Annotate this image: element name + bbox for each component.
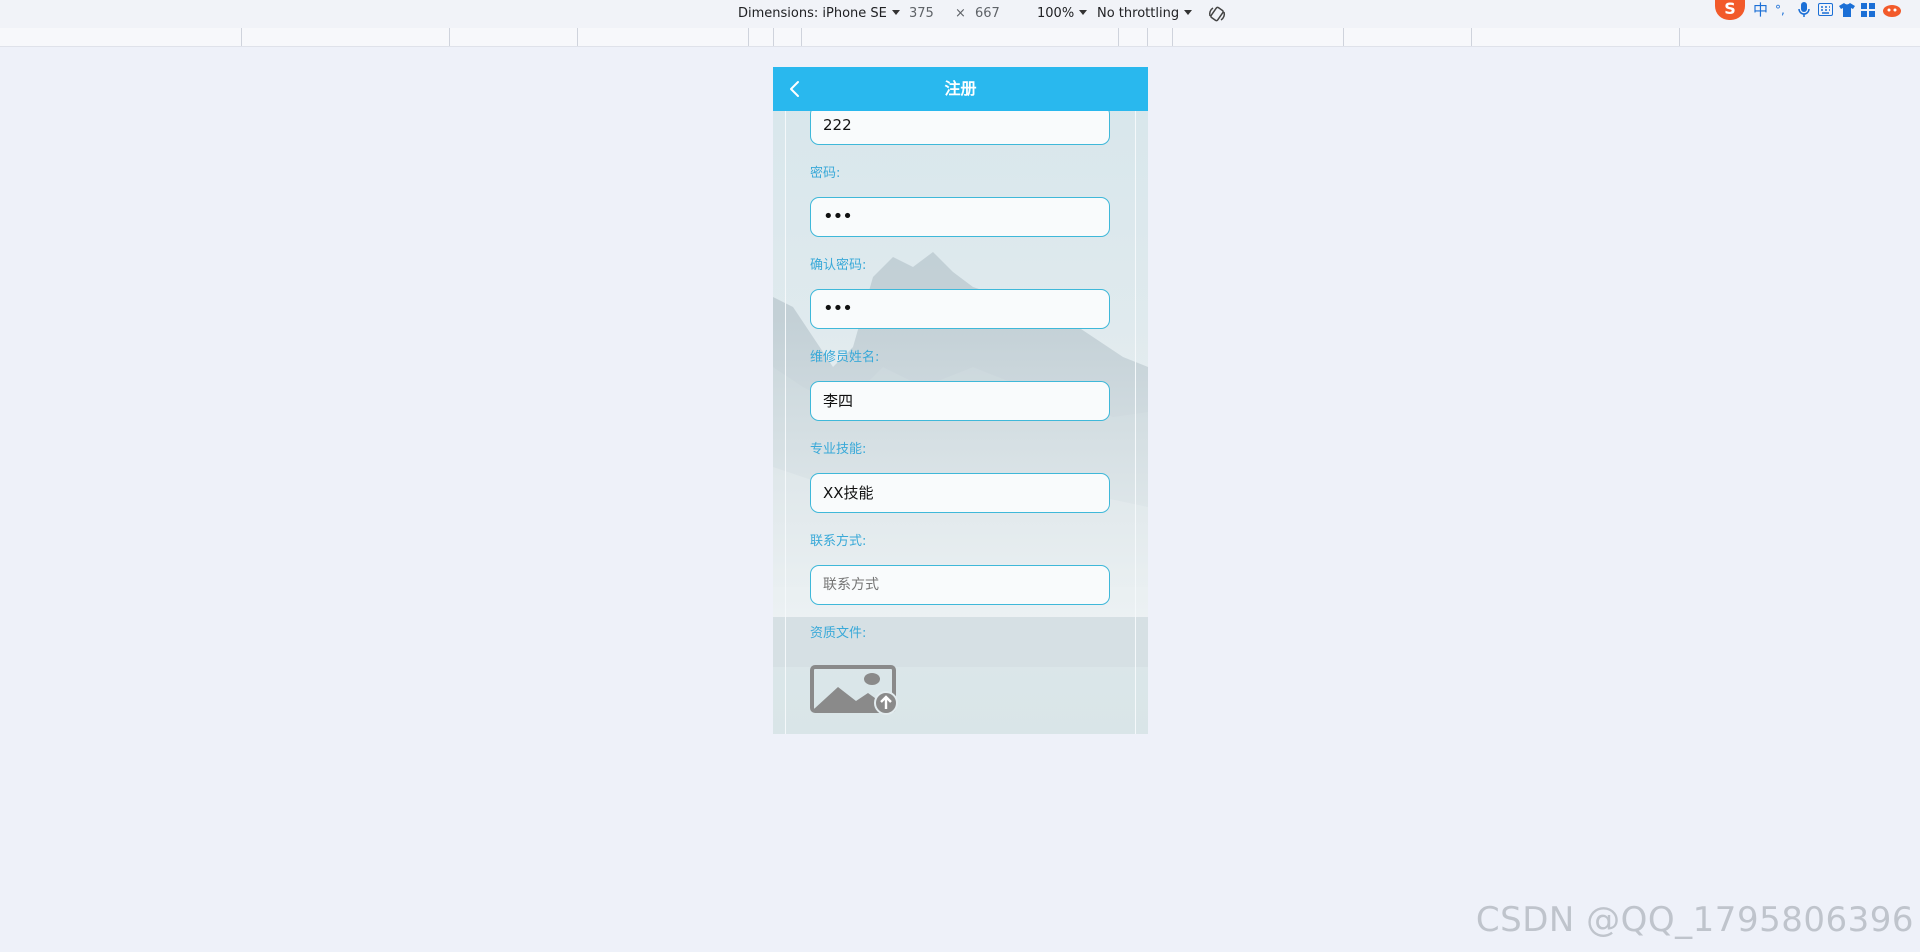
throttling-select-label: No throttling <box>1097 6 1180 21</box>
qualification-file-label: 资质文件: <box>810 626 867 641</box>
sogou-logo-icon[interactable]: S <box>1715 0 1745 20</box>
chevron-down-icon <box>1079 10 1088 15</box>
ruler-tick <box>449 28 450 46</box>
zoom-select[interactable]: 100% <box>1037 6 1088 22</box>
skill-label: 专业技能: <box>810 442 867 457</box>
ruler-tick <box>748 28 749 46</box>
device-select[interactable]: Dimensions: iPhone SE <box>738 6 900 22</box>
chevron-down-icon <box>1184 10 1193 15</box>
times-sign: × <box>955 6 966 21</box>
ruler-tick <box>1679 28 1680 46</box>
mascot-icon[interactable] <box>1881 2 1903 18</box>
device-select-label: Dimensions: iPhone SE <box>738 6 887 21</box>
microphone-icon[interactable] <box>1798 2 1810 18</box>
ime-mode[interactable]: 中 <box>1753 1 1768 19</box>
media-query-ruler <box>0 28 1920 47</box>
repairer-name-input[interactable]: 李四 <box>810 381 1110 421</box>
width-input[interactable]: 375 <box>909 6 934 22</box>
password-label: 密码: <box>810 166 841 181</box>
password-input[interactable]: ••• <box>810 197 1110 237</box>
image-upload-icon[interactable] <box>810 665 902 715</box>
throttling-select[interactable]: No throttling <box>1097 6 1193 22</box>
height-input[interactable]: 667 <box>975 6 1000 22</box>
nav-bar: 注册 <box>773 67 1148 111</box>
ruler-tick <box>1471 28 1472 46</box>
ruler-tick <box>1172 28 1173 46</box>
ruler-tick <box>801 28 802 46</box>
ruler-tick <box>577 28 578 46</box>
ruler-tick <box>1343 28 1344 46</box>
confirm-password-label: 确认密码: <box>810 258 867 273</box>
confirm-password-input[interactable]: ••• <box>810 289 1110 329</box>
device-toolbar: Dimensions: iPhone SE 375 × 667 100% No … <box>0 0 1920 29</box>
contact-input[interactable]: 联系方式 <box>810 565 1110 605</box>
ruler-tick <box>773 28 774 46</box>
toolbox-icon[interactable] <box>1861 3 1875 17</box>
ruler-tick <box>1118 28 1119 46</box>
zoom-select-label: 100% <box>1037 6 1075 21</box>
contact-label: 联系方式: <box>810 534 867 549</box>
punctuation-icon[interactable]: °, <box>1775 1 1785 19</box>
device-viewport: 注册 222 密码: ••• 确认密码: ••• 维修员姓名: 李四 专业技能:… <box>773 67 1148 734</box>
keyboard-icon[interactable] <box>1818 3 1833 16</box>
ime-toolbar: S 中 °, <box>1715 0 1920 24</box>
ruler-tick <box>241 28 242 46</box>
rotate-icon[interactable] <box>1207 4 1227 24</box>
ruler-tick <box>1147 28 1148 46</box>
page-title: 注册 <box>944 79 977 98</box>
chevron-down-icon <box>891 10 900 15</box>
skill-input[interactable]: XX技能 <box>810 473 1110 513</box>
repairer-name-label: 维修员姓名: <box>810 350 880 365</box>
register-form: 222 密码: ••• 确认密码: ••• 维修员姓名: 李四 专业技能: XX… <box>773 105 1148 734</box>
watermark: CSDN @QQ_1795806396 <box>1475 900 1914 940</box>
skin-icon[interactable] <box>1839 3 1855 17</box>
account-input[interactable]: 222 <box>810 105 1110 145</box>
